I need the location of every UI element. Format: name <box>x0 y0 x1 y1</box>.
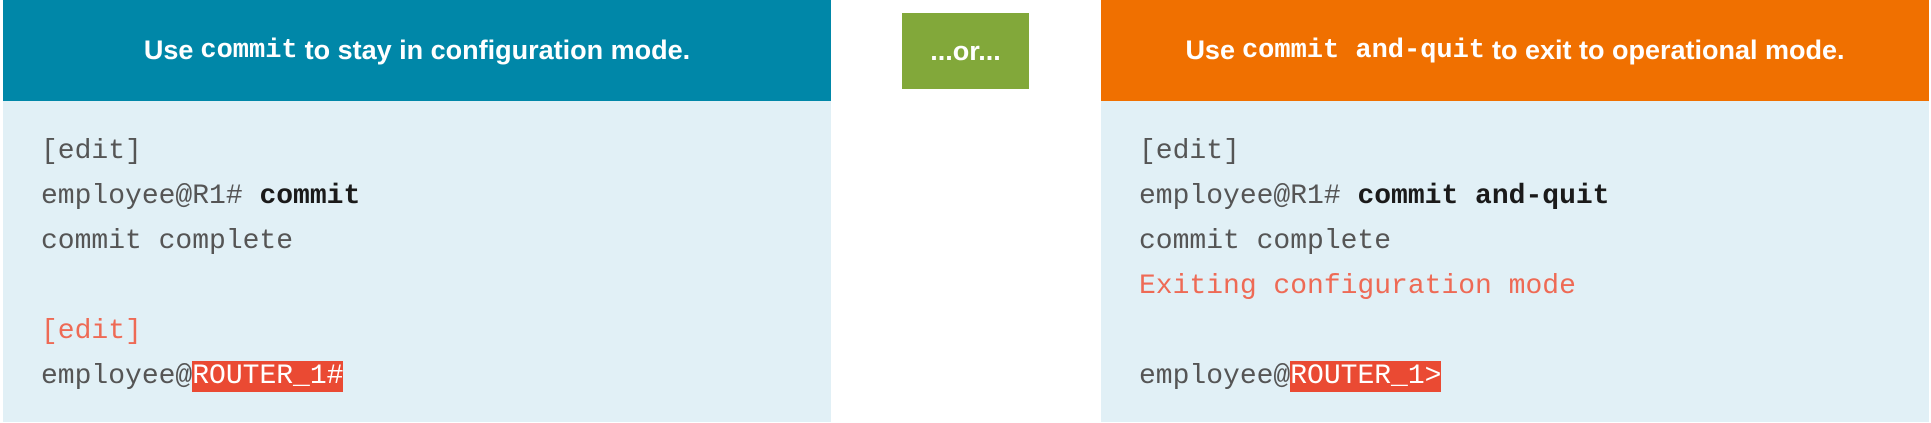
prompt-user: employee@ <box>1139 361 1291 392</box>
terminal-line: [edit] <box>41 136 142 167</box>
or-badge: ...or... <box>902 13 1029 89</box>
prompt: employee@R1# <box>1139 181 1358 212</box>
header-prefix: Use <box>143 35 194 65</box>
header-suffix: to stay in configuration mode. <box>304 35 691 65</box>
header-suffix: to exit to operational mode. <box>1492 35 1845 65</box>
terminal-line: [edit] <box>1139 136 1240 167</box>
terminal-line: employee@ROUTER_1> <box>1139 354 1929 399</box>
header-code: commit <box>200 35 298 66</box>
header-prefix: Use <box>1185 35 1235 65</box>
terminal-line: [edit] <box>41 316 142 347</box>
command: commit <box>259 181 361 212</box>
prompt: employee@R1# <box>41 181 260 212</box>
command: commit and-quit <box>1357 181 1610 212</box>
terminal-line: employee@R1# commit <box>41 174 831 219</box>
header-code: commit and-quit <box>1241 35 1486 66</box>
commit-and-quit-panel: Use commit and-quit to exit to operation… <box>1101 0 1929 422</box>
terminal-line: employee@R1# commit and-quit <box>1139 174 1929 219</box>
prompt-hostname: ROUTER_1> <box>1290 361 1442 392</box>
terminal-output: [edit] employee@R1# commit and-quit comm… <box>1101 101 1929 422</box>
commit-and-quit-panel-header: Use commit and-quit to exit to operation… <box>1101 0 1929 101</box>
terminal-output: [edit] employee@R1# commit commit comple… <box>3 101 831 422</box>
commit-panel-header: Use commit to stay in configuration mode… <box>3 0 831 101</box>
commit-panel: Use commit to stay in configuration mode… <box>3 0 831 422</box>
terminal-line: Exiting configuration mode <box>1139 271 1576 302</box>
prompt-hostname: ROUTER_1# <box>192 361 344 392</box>
terminal-line: commit complete <box>1139 226 1392 257</box>
prompt-user: employee@ <box>41 361 193 392</box>
terminal-line: commit complete <box>41 226 294 257</box>
terminal-line: employee@ROUTER_1# <box>41 354 831 399</box>
